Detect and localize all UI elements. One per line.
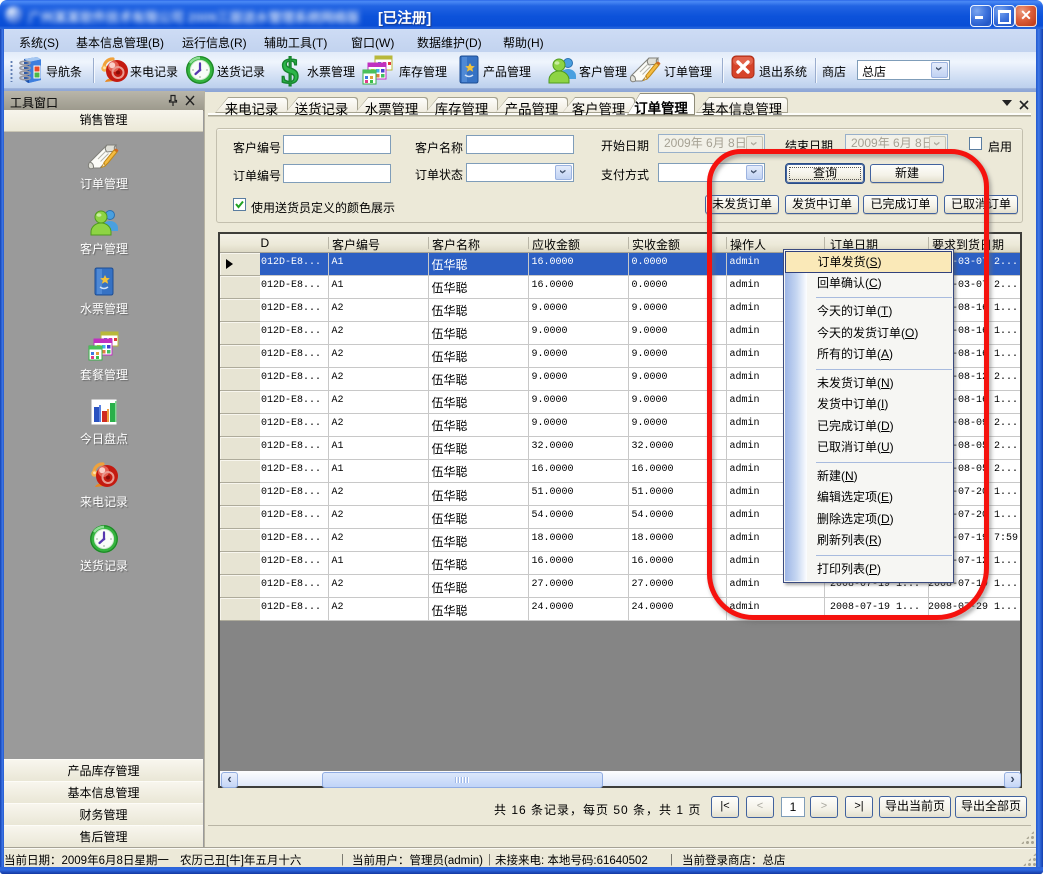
svg-text:$: $ [281,55,299,87]
